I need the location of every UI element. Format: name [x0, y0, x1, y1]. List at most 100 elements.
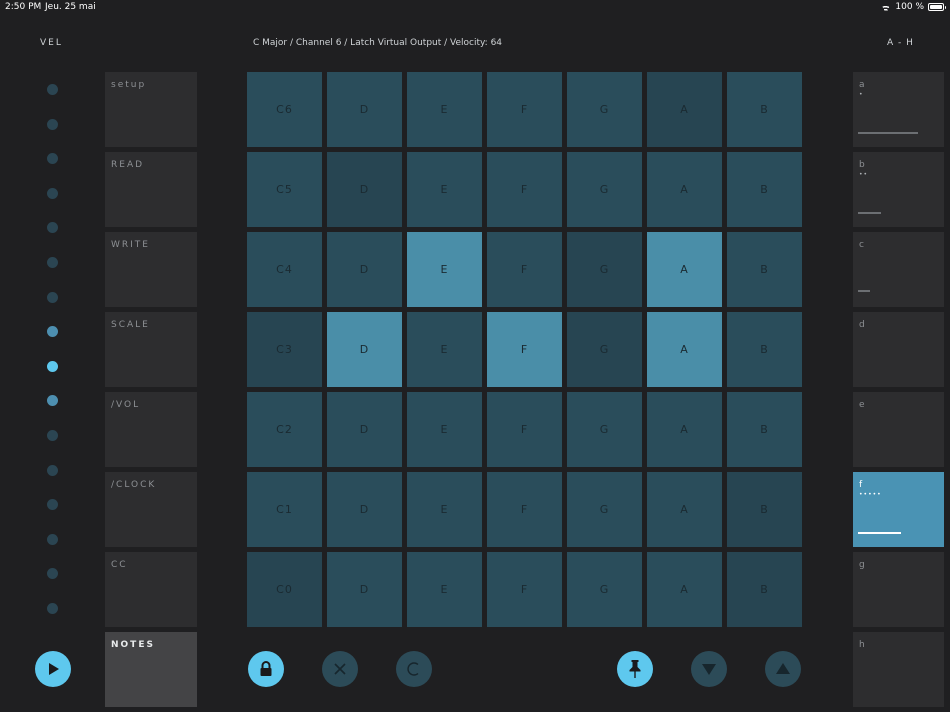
menu-button-read[interactable]: READ [105, 152, 197, 227]
note-pad[interactable]: E [407, 312, 482, 387]
menu-button-vol[interactable]: /VOL [105, 392, 197, 467]
note-pad[interactable]: E [407, 232, 482, 307]
note-pad[interactable]: D [327, 152, 402, 227]
slot-e[interactable]: e [853, 392, 944, 467]
pin-icon [629, 660, 641, 678]
slot-f[interactable]: f ••••• [853, 472, 944, 547]
note-pad[interactable]: D [327, 472, 402, 547]
note-pad[interactable]: C1 [247, 472, 322, 547]
slot-level-bar [858, 212, 881, 214]
note-pad[interactable]: G [567, 312, 642, 387]
note-pad[interactable]: G [567, 152, 642, 227]
menu-button-clock[interactable]: /CLOCK [105, 472, 197, 547]
menu-button-label: WRITE [111, 240, 150, 250]
battery-icon [928, 3, 946, 11]
menu-button-notes[interactable]: NOTES [105, 632, 197, 707]
pin-button[interactable] [617, 651, 653, 687]
note-pad[interactable]: A [647, 392, 722, 467]
note-pad[interactable]: A [647, 552, 722, 627]
menu-button-scale[interactable]: SCALE [105, 312, 197, 387]
cycle-button[interactable] [396, 651, 432, 687]
velocity-dot[interactable] [47, 84, 58, 95]
note-pad[interactable]: A [647, 72, 722, 147]
note-pad[interactable]: D [327, 392, 402, 467]
velocity-dot[interactable] [47, 395, 58, 407]
note-pad[interactable]: D [327, 72, 402, 147]
velocity-dot[interactable] [47, 499, 58, 511]
note-pad[interactable]: A [647, 232, 722, 307]
note-pad[interactable]: G [567, 232, 642, 307]
note-pad[interactable]: A [647, 152, 722, 227]
note-pad[interactable]: E [407, 392, 482, 467]
velocity-dot[interactable] [47, 464, 58, 476]
note-pad[interactable]: G [567, 72, 642, 147]
note-pad[interactable]: F [487, 72, 562, 147]
slot-label: h [859, 640, 865, 650]
slot-a[interactable]: a • [853, 72, 944, 147]
note-pad[interactable]: C5 [247, 152, 322, 227]
note-pad[interactable]: F [487, 552, 562, 627]
slot-g[interactable]: g [853, 552, 944, 627]
note-pad[interactable]: C6 [247, 72, 322, 147]
slot-label: c [859, 240, 864, 250]
note-pad[interactable]: D [327, 312, 402, 387]
note-pad[interactable]: A [647, 312, 722, 387]
velocity-dot[interactable] [47, 568, 58, 580]
note-pad[interactable]: G [567, 392, 642, 467]
note-pad[interactable]: B [727, 472, 802, 547]
note-pad[interactable]: G [567, 472, 642, 547]
note-pad[interactable]: F [487, 392, 562, 467]
slot-b[interactable]: b •• [853, 152, 944, 227]
note-pad[interactable]: F [487, 152, 562, 227]
slot-c[interactable]: c [853, 232, 944, 307]
note-pad[interactable]: F [487, 232, 562, 307]
note-pad[interactable]: D [327, 552, 402, 627]
note-pad[interactable]: A [647, 472, 722, 547]
velocity-dot[interactable] [47, 603, 58, 614]
play-button[interactable] [35, 651, 71, 687]
menu-button-label: /VOL [111, 400, 141, 410]
menu-button-setup[interactable]: setup [105, 72, 197, 147]
note-pad[interactable]: B [727, 152, 802, 227]
menu-button-label: CC [111, 560, 128, 570]
slot-dots: ••••• [859, 491, 882, 498]
note-pad[interactable]: C0 [247, 552, 322, 627]
velocity-dot[interactable] [47, 153, 58, 165]
note-pad[interactable]: B [727, 552, 802, 627]
velocity-dot[interactable] [47, 430, 58, 441]
slot-level-bar [858, 290, 870, 292]
up-button[interactable] [765, 651, 801, 687]
note-pad[interactable]: C3 [247, 312, 322, 387]
velocity-dot[interactable] [47, 257, 58, 268]
note-pad[interactable]: E [407, 72, 482, 147]
note-pad[interactable]: D [327, 232, 402, 307]
note-pad[interactable]: B [727, 232, 802, 307]
note-pad[interactable]: E [407, 152, 482, 227]
velocity-dot[interactable] [47, 187, 58, 199]
note-pad[interactable]: E [407, 472, 482, 547]
velocity-dot[interactable] [47, 222, 58, 234]
clear-button[interactable] [322, 651, 358, 687]
note-pad[interactable]: C4 [247, 232, 322, 307]
slot-label: f [859, 480, 863, 490]
velocity-dot[interactable] [47, 326, 58, 338]
slot-label: g [859, 560, 865, 570]
menu-button-cc[interactable]: CC [105, 552, 197, 627]
lock-button[interactable] [248, 651, 284, 687]
velocity-dot[interactable] [47, 533, 58, 545]
note-pad[interactable]: B [727, 392, 802, 467]
slot-h[interactable]: h [853, 632, 944, 707]
note-pad[interactable]: E [407, 552, 482, 627]
slot-d[interactable]: d [853, 312, 944, 387]
velocity-dot[interactable] [47, 118, 58, 130]
note-pad[interactable]: B [727, 72, 802, 147]
velocity-dot[interactable] [47, 360, 58, 372]
note-pad[interactable]: B [727, 312, 802, 387]
note-pad[interactable]: F [487, 312, 562, 387]
note-pad[interactable]: G [567, 552, 642, 627]
note-pad[interactable]: F [487, 472, 562, 547]
note-pad[interactable]: C2 [247, 392, 322, 467]
velocity-dot[interactable] [47, 291, 58, 303]
menu-button-write[interactable]: WRITE [105, 232, 197, 307]
down-button[interactable] [691, 651, 727, 687]
